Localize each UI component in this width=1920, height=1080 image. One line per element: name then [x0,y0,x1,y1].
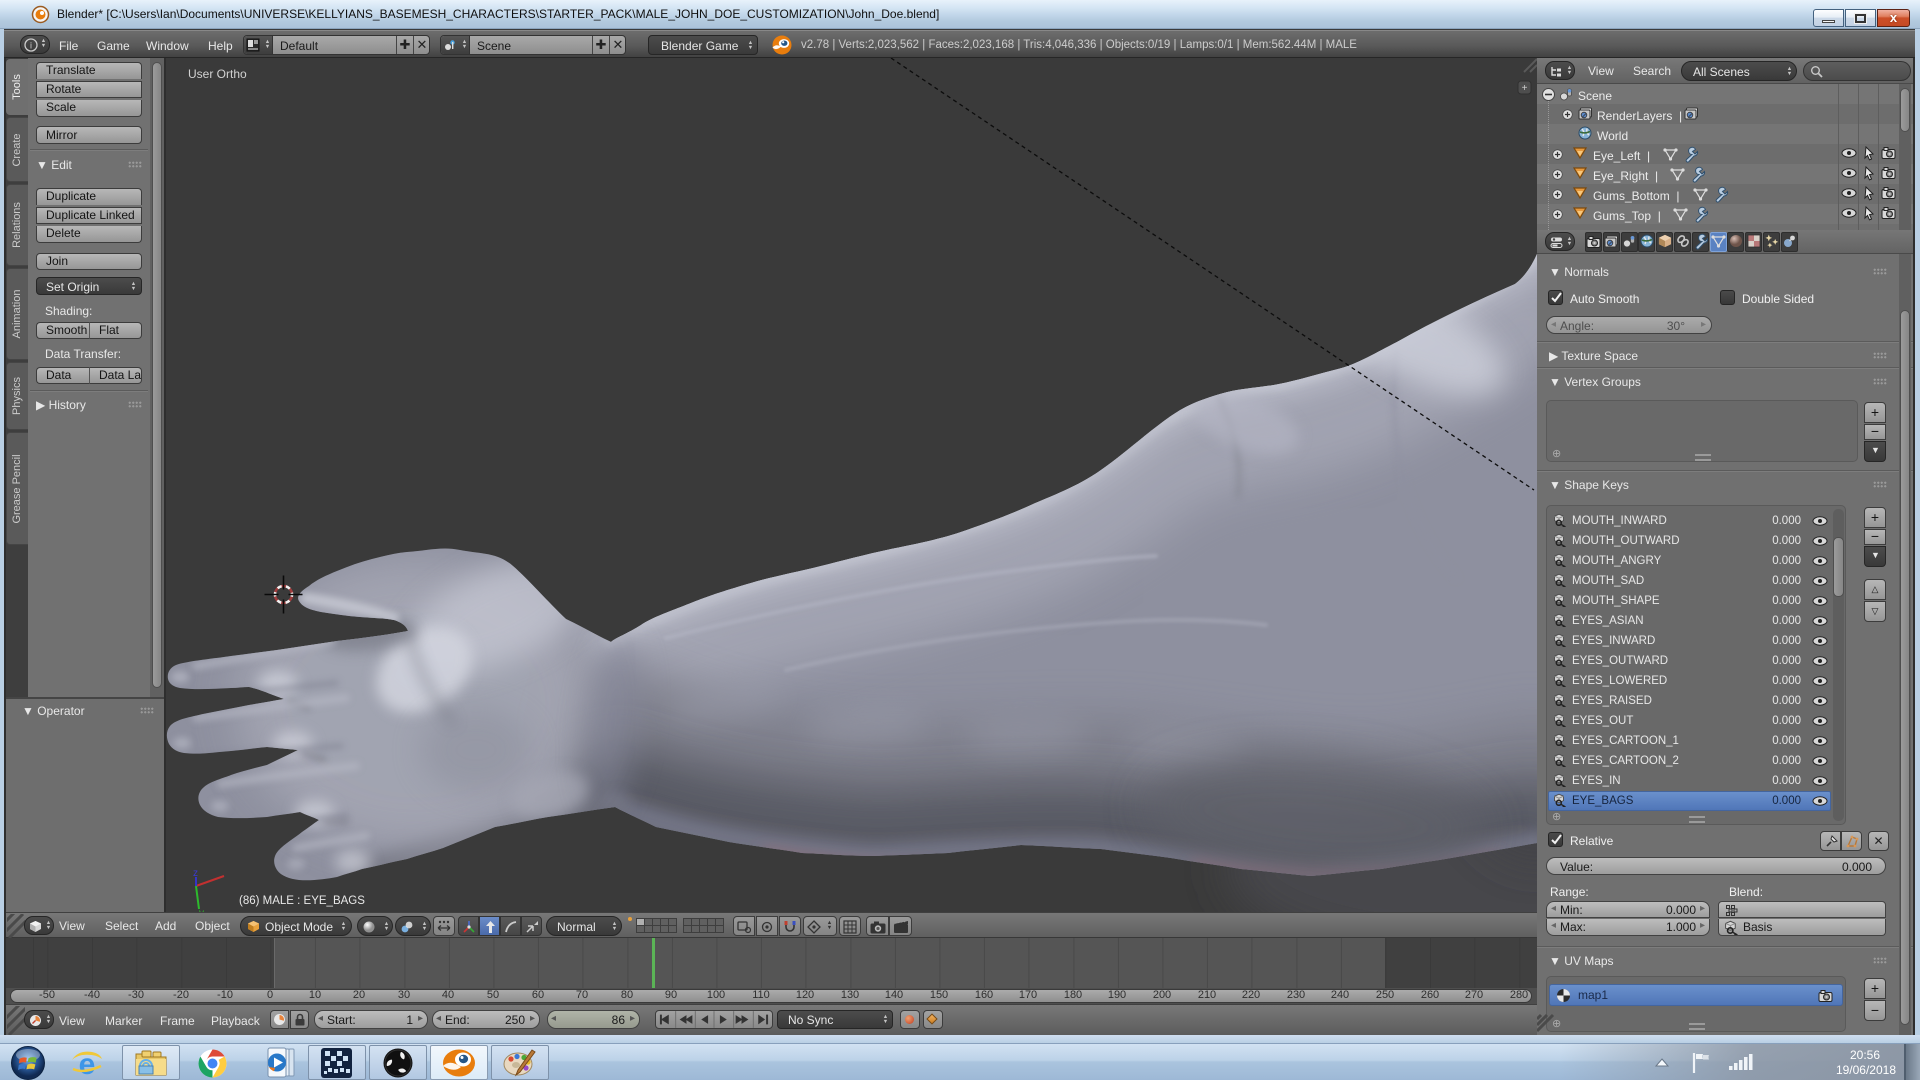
svg-text:z: z [193,868,198,879]
svg-text:+: + [1522,83,1528,94]
svg-text:User Ortho: User Ortho [188,67,247,81]
svg-text:i: i [30,41,32,51]
svg-text:(86) MALE : EYE_BAGS: (86) MALE : EYE_BAGS [239,895,365,907]
